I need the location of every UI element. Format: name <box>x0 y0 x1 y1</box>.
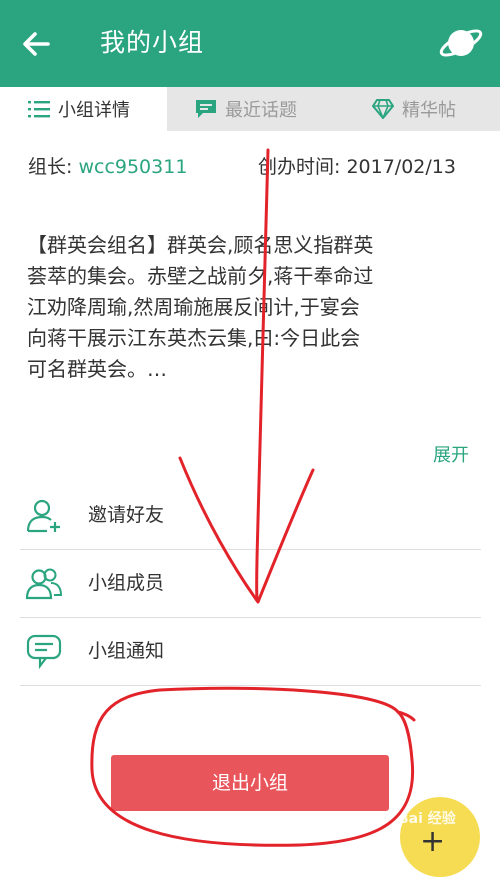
created-date: 2017/02/13 <box>346 156 456 178</box>
tab-bar: 小组详情 最近话题 精华帖 <box>0 87 500 131</box>
expand-link[interactable]: 展开 <box>433 442 469 470</box>
description-line: 荟萃的集会。赤壁之战前夕,蒋干奉命过 <box>27 264 374 288</box>
menu-item-label: 邀请好友 <box>88 504 165 526</box>
description-line: 【群英会组名】群英会,顾名思义指群英 <box>27 233 374 257</box>
tab-label: 最近话题 <box>225 100 297 121</box>
description-line: 可名群英会。… <box>27 357 167 381</box>
list-icon <box>28 101 50 118</box>
planet-icon <box>439 29 483 57</box>
created-label: 创办时间: <box>258 156 341 178</box>
add-user-icon <box>26 499 60 533</box>
tab-group-details[interactable]: 小组详情 <box>0 87 167 131</box>
tab-featured[interactable]: 精华帖 <box>372 87 500 131</box>
watermark: Bai 经验 <box>398 811 456 827</box>
menu-item-label: 小组成员 <box>88 572 165 594</box>
leader-info: 组长: wcc950311 <box>28 152 187 182</box>
leader-link[interactable]: wcc950311 <box>78 156 187 178</box>
leave-group-button[interactable]: 退出小组 <box>111 755 389 811</box>
planet-button[interactable] <box>436 20 486 66</box>
arrow-left-icon <box>23 32 50 56</box>
tab-label: 精华帖 <box>402 100 456 121</box>
group-description: 【群英会组名】群英会,顾名思义指群英 荟萃的集会。赤壁之战前夕,蒋干奉命过 江劝… <box>27 230 477 385</box>
tab-recent-topics[interactable]: 最近话题 <box>195 87 355 131</box>
menu-item-group-notice[interactable]: 小组通知 <box>20 618 481 686</box>
menu-item-group-members[interactable]: 小组成员 <box>20 550 481 618</box>
tab-label: 小组详情 <box>58 100 130 121</box>
menu-item-invite-friends[interactable]: 邀请好友 <box>20 482 481 550</box>
annotation-circle-tail <box>396 710 416 722</box>
description-line: 江劝降周瑜,然周瑜施展反间计,于宴会 <box>27 295 360 319</box>
leader-label: 组长: <box>28 156 73 178</box>
plus-icon: + <box>420 824 446 859</box>
menu-item-label: 小组通知 <box>88 640 165 662</box>
notice-icon <box>26 634 62 670</box>
chat-bubble-icon <box>196 100 216 118</box>
app-bar: 我的小组 <box>0 0 500 87</box>
members-icon <box>25 568 63 600</box>
description-line: 向蒋干展示江东英杰云集,曰:今日此会 <box>27 326 361 350</box>
back-button[interactable] <box>14 22 58 66</box>
created-info: 创办时间: 2017/02/13 <box>258 152 456 182</box>
diamond-icon <box>372 99 394 119</box>
page-title: 我的小组 <box>100 28 205 57</box>
